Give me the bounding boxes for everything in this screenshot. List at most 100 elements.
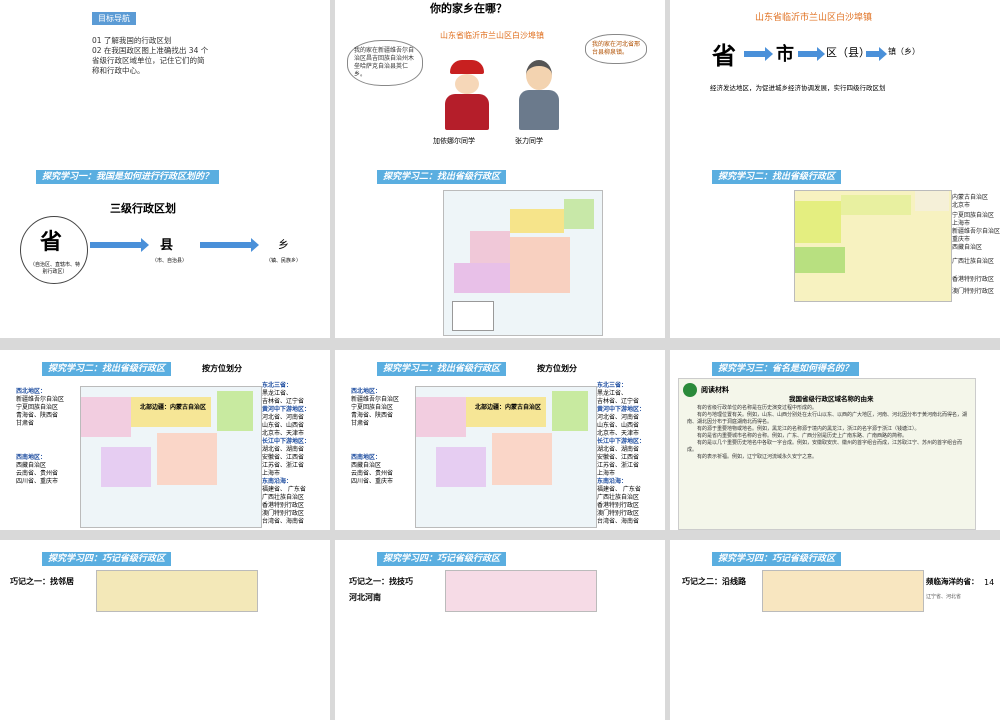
goal-tag: 目标导航 (92, 12, 136, 25)
west-1: 新疆维吾尔自治区 (351, 396, 400, 403)
left-name: 加依娜尔同学 (433, 137, 475, 145)
hh-2: 山东省、山西省 (597, 422, 640, 429)
coast-title: 频临海洋的省： (926, 577, 979, 586)
slide-header: 探究学习一：我国是如何进行行政区划的？ (36, 170, 220, 184)
arrow-2 (798, 47, 825, 61)
para-6: 有的表示祈福。例如，辽宁取辽河流域永久安宁之意。 (697, 454, 818, 460)
tip-text: 巧记之一：找技巧 (349, 577, 413, 586)
reading-panel: 阅读材料 我国省级行政区域名称的由来 有的省级行政单位的名称是在历史演变过程中形… (678, 378, 976, 530)
se-1: 福建省、 广东省 (597, 486, 641, 493)
slide-8[interactable]: 探究学习二：找出省级行政区 按方位划分 北部边疆：内蒙古自治区 西北地区： 新疆… (335, 350, 665, 530)
ne-2: 吉林省、辽宁省 (262, 398, 305, 405)
sw-3: 四川省、重庆市 (351, 478, 394, 485)
slide-9[interactable]: 探究学习三：省名是如何得名的？ 阅读材料 我国省级行政区域名称的由来 有的省级行… (670, 350, 1000, 530)
china-region-map (794, 190, 952, 302)
para-3: 有的源于重要地物或地名。例如，黑龙江的名称源于境内的黑龙江，浙江的名字源于浙江（… (697, 426, 920, 432)
para-1: 有的省级行政单位的名称是在历史演变过程中形成的。 (697, 405, 818, 411)
west-3: 青海省、陕西省 (16, 412, 59, 419)
slide-subtitle: 山东省临沂市兰山区白沙埠镇 (440, 31, 544, 40)
slide-header: 探究学习二：找出省级行政区 (377, 362, 507, 376)
puzzle-map (445, 570, 597, 612)
reading-tag: 阅读材料 (701, 386, 729, 394)
ne-1: 黑龙江省、 (597, 390, 628, 397)
se-2: 广西壮族自治区 (262, 494, 305, 501)
slide-11[interactable]: 探究学习四：巧记省级行政区 巧记之一：找技巧 河北河南 (335, 540, 665, 720)
town-sub: （镇、民族乡） (266, 258, 302, 264)
tip-text: 巧记之一：找邻居 (10, 577, 74, 586)
slide-header: 探究学习四：巧记省级行政区 (42, 552, 172, 566)
west-title: 西北地区： (16, 388, 47, 395)
hh-1: 河北省、河南省 (262, 414, 305, 421)
goal-line-4: 称和行政中心。 (92, 66, 145, 75)
sw-group: 西南地区： 西藏自治区 云南省、贵州省 四川省、重庆市 (351, 454, 393, 486)
east-groups: 东北三省： 黑龙江省、 吉林省、辽宁省 黄河中下游地区： 河北省、河南省 山东省… (262, 382, 310, 526)
label-shanghai: 上海市 (952, 220, 971, 227)
slide-title: 三级行政区划 (110, 202, 176, 215)
level-county: 县 (160, 238, 174, 253)
arrow-1 (90, 238, 149, 252)
speech-bubble-left: 我的家在新疆维吾尔自治区昌吉回族自治州木垒哈萨克自治县英仁乡。 (347, 40, 423, 86)
slide-3[interactable]: 山东省临沂市兰山区白沙埠镇 省 市 区（县） 镇（乡） 经济发达地区，为促进城乡… (670, 0, 1000, 180)
se-4: 澳门特别行政区 (597, 510, 640, 517)
label-macau: 澳门特别行政区 (952, 288, 995, 295)
slide-2[interactable]: 你的家乡在哪？ 山东省临沂市兰山区白沙埠镇 我的家在新疆维吾尔自治区昌吉回族自治… (335, 0, 665, 180)
se-3: 香港特别行政区 (597, 502, 640, 509)
page-number: 14 (984, 578, 995, 587)
boy-figure (515, 60, 563, 130)
county-sub: （市、自治县） (152, 258, 188, 264)
right-name: 张力同学 (515, 137, 543, 145)
west-4: 甘肃省 (351, 420, 370, 427)
cj-4: 上海市 (597, 470, 616, 477)
ne-1: 黑龙江省、 (262, 390, 293, 397)
para-4: 有的是省内重要城市名称的合称。例如，广东、广西分别是历史上广南东路、广南西路的简… (697, 433, 908, 439)
level-province: 省 (712, 41, 736, 70)
north-label: 北部边疆：内蒙古自治区 (140, 404, 207, 411)
slide-header: 探究学习四：巧记省级行政区 (377, 552, 507, 566)
se-5: 台湾省、海南省 (262, 518, 305, 525)
ne-2: 吉林省、辽宁省 (597, 398, 640, 405)
slide-7[interactable]: 探究学习二：找出省级行政区 按方位划分 北部边疆：内蒙古自治区 西北地区： 新疆… (0, 350, 330, 530)
slide-title: 你的家乡在哪？ (430, 2, 507, 15)
sw-group: 西南地区： 西藏自治区 云南省、贵州省 四川省、重庆市 (16, 454, 58, 486)
cj-2: 安徽省、江西省 (597, 454, 640, 461)
west-3: 青海省、陕西省 (351, 412, 394, 419)
tip-example: 河北河南 (349, 593, 381, 602)
sw-1: 西藏自治区 (351, 462, 382, 469)
cj-4: 上海市 (262, 470, 281, 477)
slide-6[interactable]: 探究学习二：找出省级行政区 内蒙古自治区 北京市 宁夏回族自治区 上海市 新疆维… (670, 158, 1000, 338)
level-town: 乡 (278, 238, 289, 251)
west-group: 西北地区： 新疆维吾尔自治区 宁夏回族自治区 青海省、陕西省 甘肃省 (351, 388, 399, 428)
level-county: 区（县） (826, 46, 870, 59)
para-2: 有的与地理位置有关。例如，山东、山西分别处在太行山以东、以西的广大地区，河南、河… (687, 412, 968, 425)
se-2: 广西壮族自治区 (597, 494, 640, 501)
slide-10[interactable]: 探究学习四：巧记省级行政区 巧记之一：找邻居 (0, 540, 330, 720)
label-xizang: 西藏自治区 (952, 244, 983, 251)
cj-1: 湖北省、湖南省 (597, 446, 640, 453)
goal-line-2: 02 在我国政区图上准确找出 34 个 (92, 46, 209, 55)
west-2: 宁夏回族自治区 (16, 404, 59, 411)
slide-5[interactable]: 探究学习二：找出省级行政区 (335, 158, 665, 338)
label-beijing: 北京市 (952, 202, 971, 209)
label-neimenggu: 内蒙古自治区 (952, 194, 989, 201)
cj-3: 江苏省、浙江省 (597, 462, 640, 469)
west-1: 新疆维吾尔自治区 (16, 396, 65, 403)
arrow-3 (866, 47, 887, 61)
slide-12[interactable]: 探究学习四：巧记省级行政区 巧记之二：沿线路 频临海洋的省： 14 辽宁省、河北… (670, 540, 1000, 720)
ne-title: 东北三省： (262, 382, 293, 389)
se-4: 澳门特别行政区 (262, 510, 305, 517)
west-2: 宁夏回族自治区 (351, 404, 394, 411)
hh-2: 山东省、山西省 (262, 422, 305, 429)
ne-title: 东北三省： (597, 382, 628, 389)
se-5: 台湾省、海南省 (597, 518, 640, 525)
se-3: 香港特别行政区 (262, 502, 305, 509)
slide-1[interactable]: 目标导航 01 了解我国的行政区划 02 在我国政区图上准确找出 34 个 省级… (0, 0, 330, 180)
note-text: 经济发达地区，为促进城乡经济协调发展，实行四级行政区划 (710, 84, 886, 92)
slide-title: 山东省临沂市兰山区白沙埠镇 (755, 13, 873, 23)
slide-header: 探究学习四：巧记省级行政区 (712, 552, 842, 566)
reading-title: 我国省级行政区域名称的由来 (789, 395, 874, 403)
sw-title: 西南地区： (16, 454, 47, 461)
side-title: 按方位划分 (202, 364, 242, 373)
label-xinjiang: 新疆维吾尔自治区 (952, 228, 1000, 235)
slide-4[interactable]: 探究学习一：我国是如何进行行政区划的？ 三级行政区划 省 （自治区、直辖市、特别… (0, 158, 330, 338)
province-sub: （自治区、直辖市、特别行政区） (30, 262, 81, 275)
